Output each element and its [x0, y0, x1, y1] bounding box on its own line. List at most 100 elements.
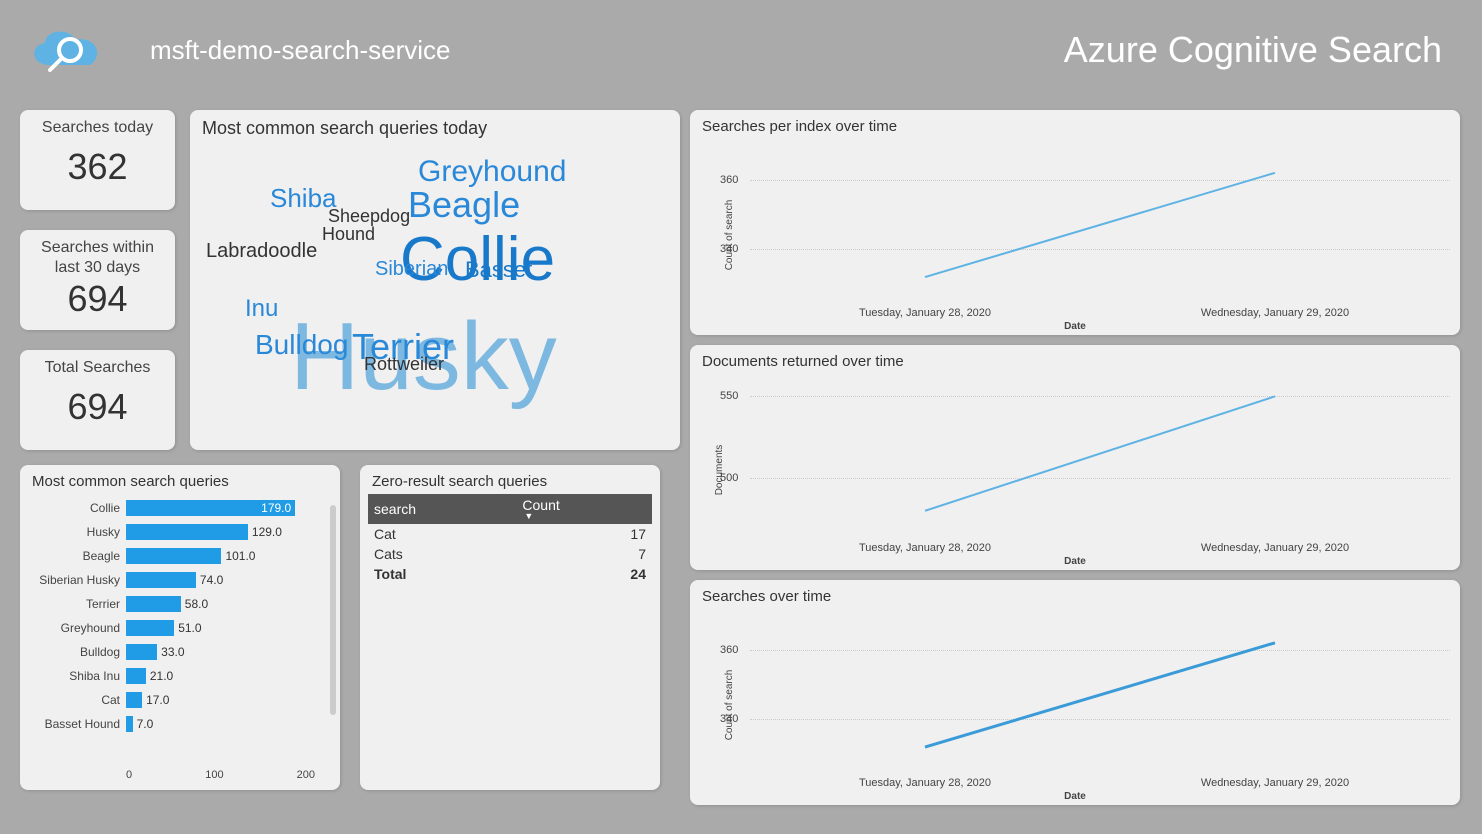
- bar-label: Greyhound: [28, 621, 126, 635]
- header: msft-demo-search-service Azure Cognitive…: [0, 0, 1482, 100]
- bar-fill[interactable]: [126, 692, 142, 708]
- service-name: msft-demo-search-service: [150, 35, 451, 66]
- x-axis-label: Date: [1064, 556, 1086, 567]
- y-tick: 550: [720, 390, 738, 402]
- bar-row: Collie179.0: [28, 496, 315, 520]
- bar-label: Basset Hound: [28, 717, 126, 731]
- bar-label: Siberian Husky: [28, 573, 126, 587]
- axis-tick: 100: [205, 769, 223, 781]
- bar-label: Bulldog: [28, 645, 126, 659]
- wordcloud-word: Siberian: [375, 259, 448, 279]
- table-total-row: Total24: [368, 564, 652, 584]
- y-tick: 500: [720, 472, 738, 484]
- wordcloud-word: Shiba: [270, 185, 337, 211]
- bar-row: Husky 129.0: [28, 520, 315, 544]
- bar-axis: 0 100 200: [126, 767, 315, 781]
- bar-fill[interactable]: [126, 596, 181, 612]
- common-queries-card[interactable]: Most common search queries Collie179.0Hu…: [20, 465, 340, 790]
- bar-fill[interactable]: [126, 524, 248, 540]
- chart-title: Searches per index over time: [690, 110, 1460, 135]
- line-chart: Count of search340360Tuesday, January 28…: [690, 605, 1460, 804]
- bar-label: Cat: [28, 693, 126, 707]
- col-search[interactable]: search: [368, 494, 516, 524]
- bar-value: 58.0: [185, 596, 208, 612]
- y-tick: 340: [720, 243, 738, 255]
- zero-results-card[interactable]: Zero-result search queries search Count …: [360, 465, 660, 790]
- x-tick: Wednesday, January 29, 2020: [1195, 777, 1355, 790]
- bar-value: 179.0: [261, 500, 291, 516]
- zero-results-table: search Count ▼ Cat17Cats7Total24: [368, 494, 652, 584]
- bar-fill[interactable]: [126, 668, 146, 684]
- line-chart: Documents500550Tuesday, January 28, 2020…: [690, 370, 1460, 569]
- y-axis-label: Documents: [714, 444, 725, 495]
- wordcloud-word: Rottweiler: [364, 355, 444, 373]
- bar-fill[interactable]: [126, 572, 196, 588]
- zero-results-title: Zero-result search queries: [360, 465, 660, 490]
- bar-fill[interactable]: [126, 620, 174, 636]
- y-tick: 340: [720, 713, 738, 725]
- x-axis-label: Date: [1064, 791, 1086, 802]
- table-row[interactable]: Cats7: [368, 544, 652, 564]
- x-tick: Tuesday, January 28, 2020: [845, 542, 1005, 555]
- y-tick: 360: [720, 174, 738, 186]
- bar-label: Husky: [28, 525, 126, 539]
- axis-tick: 200: [297, 769, 315, 781]
- col-count[interactable]: Count ▼: [516, 494, 652, 524]
- axis-tick: 0: [126, 769, 132, 781]
- plot-area: 500550Tuesday, January 28, 2020Wednesday…: [750, 380, 1450, 519]
- bar-row: Terrier 58.0: [28, 592, 315, 616]
- wordcloud-word: Hound: [322, 225, 375, 243]
- y-tick: 360: [720, 644, 738, 656]
- wordcloud-word: Greyhound: [418, 157, 566, 187]
- wordcloud-word: Basset: [465, 259, 532, 281]
- bar-row: Siberian Husky 74.0: [28, 568, 315, 592]
- bar-label: Shiba Inu: [28, 669, 126, 683]
- wordcloud-word: Sheepdog: [328, 207, 410, 225]
- brand-title: Azure Cognitive Search: [1064, 29, 1462, 71]
- kpi-searches-today[interactable]: Searches today 362: [20, 110, 175, 210]
- bar-value: 17.0: [146, 692, 169, 708]
- bar-row: Beagle101.0: [28, 544, 315, 568]
- dashboard: Searches today 362 Searches within last …: [0, 100, 1482, 834]
- searches-per-index-card[interactable]: Searches per index over time Count of sea…: [690, 110, 1460, 335]
- scrollbar-thumb[interactable]: [330, 505, 336, 715]
- wordcloud-word: Inu: [245, 297, 278, 321]
- common-queries-title: Most common search queries: [20, 465, 340, 490]
- bar-fill[interactable]: [126, 716, 133, 732]
- bar-value: 129.0: [252, 524, 282, 540]
- y-axis-label: Count of search: [724, 669, 735, 740]
- bar-value: 33.0: [161, 644, 184, 660]
- bar-row: Shiba Inu 21.0: [28, 664, 315, 688]
- kpi-value: 694: [20, 278, 175, 326]
- kpi-total-searches[interactable]: Total Searches 694: [20, 350, 175, 450]
- bar-value: 51.0: [178, 620, 201, 636]
- bar-chart: Collie179.0Husky129.0Beagle101.0Siberian…: [20, 490, 340, 785]
- wordcloud-canvas: HuskyCollieBeagleGreyhoundTerrierShibaBu…: [190, 139, 680, 449]
- y-axis-label: Count of search: [724, 199, 735, 270]
- wordcloud-card[interactable]: Most common search queries today HuskyCo…: [190, 110, 680, 450]
- bar-label: Beagle: [28, 549, 126, 563]
- chart-title: Documents returned over time: [690, 345, 1460, 370]
- wordcloud-word: Labradoodle: [206, 241, 317, 261]
- bar-value: 7.0: [137, 716, 154, 732]
- plot-area: 340360Tuesday, January 28, 2020Wednesday…: [750, 145, 1450, 284]
- bar-label: Terrier: [28, 597, 126, 611]
- bar-fill[interactable]: [126, 644, 157, 660]
- bar-fill[interactable]: [126, 548, 221, 564]
- bar-row: Basset Hound 7.0: [28, 712, 315, 736]
- kpi-value: 694: [20, 378, 175, 434]
- x-tick: Tuesday, January 28, 2020: [845, 307, 1005, 320]
- bar-value: 74.0: [200, 572, 223, 588]
- wordcloud-word: Bulldog: [255, 331, 348, 359]
- azure-search-logo: [20, 15, 120, 85]
- bar-row: Bulldog 33.0: [28, 640, 315, 664]
- searches-over-time-card[interactable]: Searches over timeCount of search340360T…: [690, 580, 1460, 805]
- kpi-searches-30days[interactable]: Searches within last 30 days 694: [20, 230, 175, 330]
- table-row[interactable]: Cat17: [368, 524, 652, 544]
- kpi-label: Searches within last 30 days: [20, 230, 175, 278]
- bar-row: Cat 17.0: [28, 688, 315, 712]
- kpi-label: Searches today: [20, 110, 175, 138]
- bar-value: 21.0: [150, 668, 173, 684]
- documents-returned-card[interactable]: Documents returned over timeDocuments500…: [690, 345, 1460, 570]
- kpi-value: 362: [20, 138, 175, 194]
